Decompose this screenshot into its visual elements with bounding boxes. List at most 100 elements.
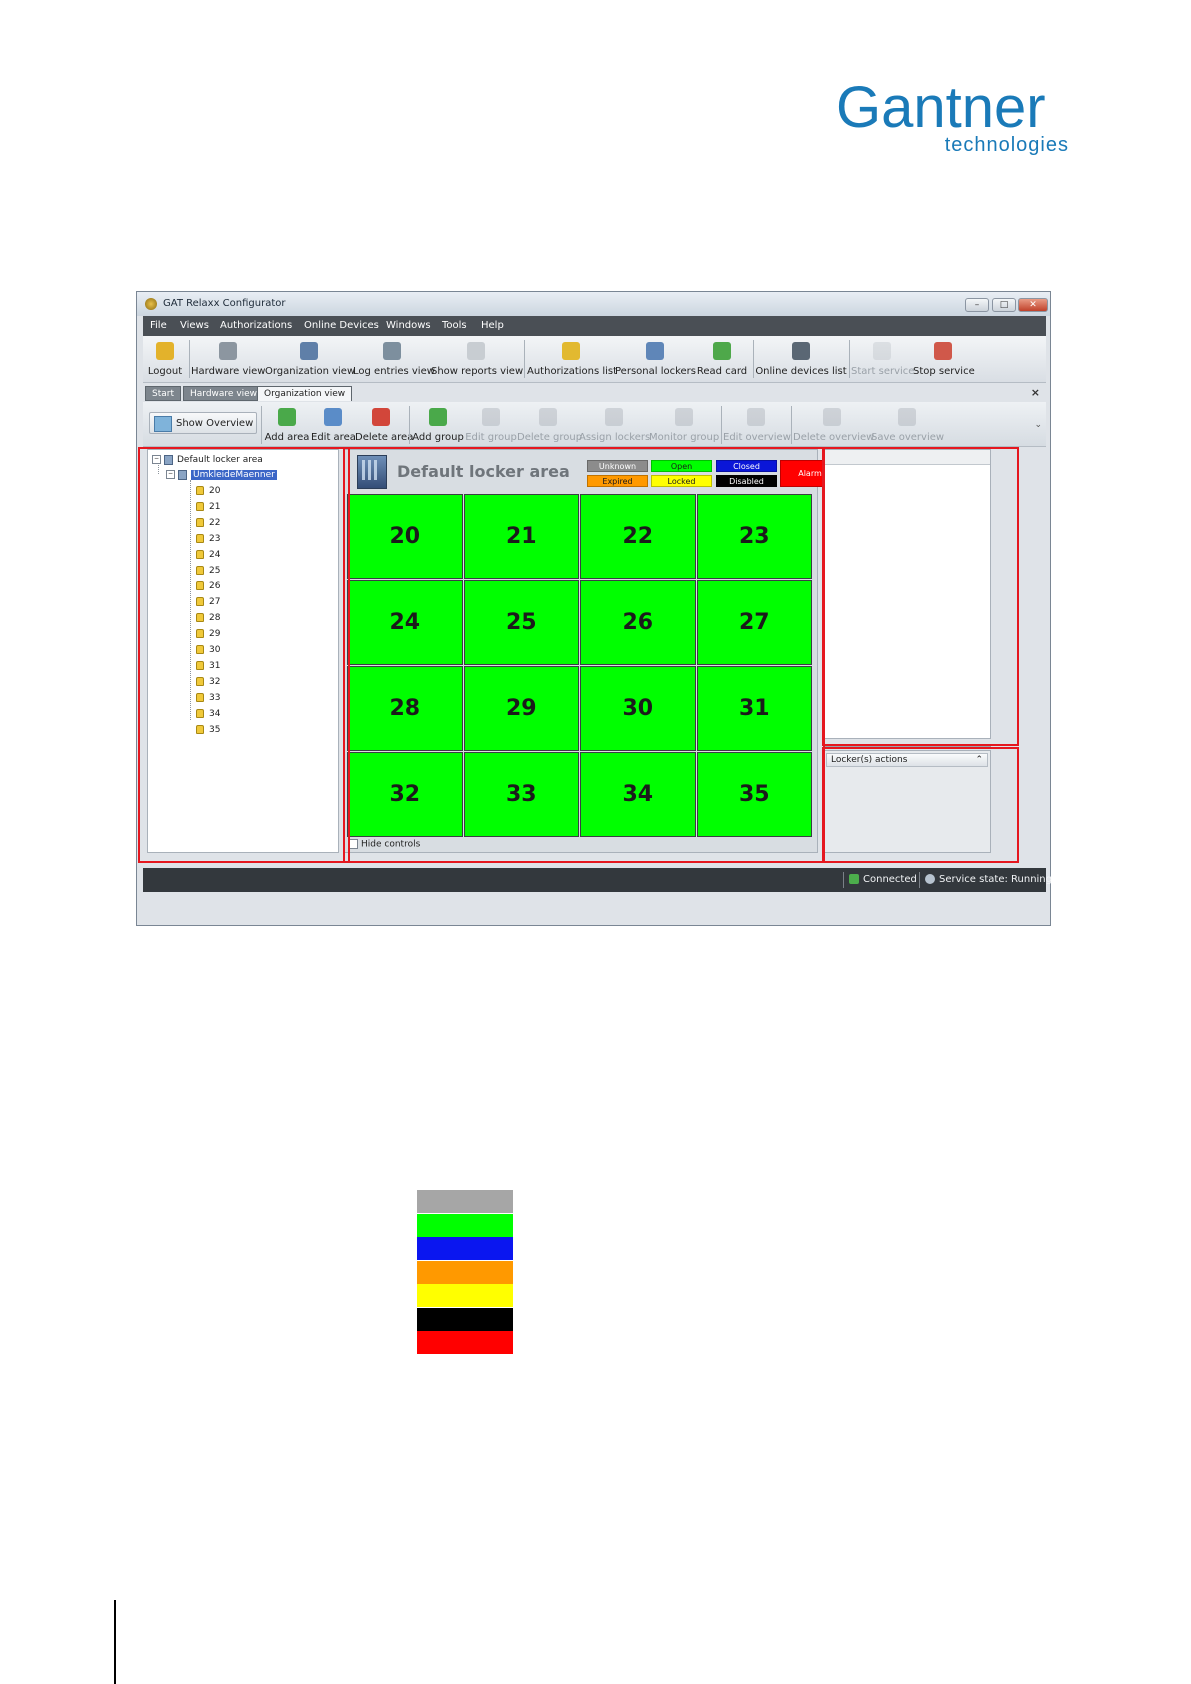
- add-group-label: Add group: [412, 432, 464, 443]
- menu-online-devices[interactable]: Online Devices: [304, 320, 379, 331]
- delete-group-button[interactable]: Delete group: [517, 402, 582, 448]
- toolbar-separator: [721, 406, 722, 444]
- show-reports-view-button[interactable]: Show reports view: [431, 336, 524, 382]
- color-swatch: [417, 1331, 513, 1354]
- save-overview-label: Save overview: [871, 432, 945, 443]
- organization-toolbar: Show Overview Add area Edit area Delete …: [143, 402, 1046, 447]
- edit-area-button[interactable]: Edit area: [311, 402, 356, 448]
- menu-bar: File Views Authorizations Online Devices…: [143, 316, 1046, 336]
- highlight-tree-area: [138, 447, 350, 863]
- toolbar-separator: [791, 406, 792, 444]
- personal-lockers-button[interactable]: Personal lockers: [615, 336, 696, 382]
- toolbar-separator: [849, 340, 850, 378]
- edit-area-label: Edit area: [311, 432, 356, 443]
- toolbar-separator: [261, 406, 262, 444]
- toolbar-separator: [189, 340, 190, 378]
- page-margin-line: [114, 1600, 116, 1684]
- authorizations-list-button[interactable]: Authorizations list: [527, 336, 617, 382]
- tab-start[interactable]: Start: [145, 386, 181, 401]
- color-swatch: [417, 1237, 513, 1260]
- minimize-button[interactable]: –: [965, 298, 989, 312]
- color-swatch: [417, 1307, 513, 1331]
- hardware-view-label: Hardware view: [191, 366, 266, 377]
- menu-file[interactable]: File: [150, 320, 167, 331]
- service-status-label: Service state: Running: [939, 874, 1052, 885]
- hardware-view-button[interactable]: Hardware view: [191, 336, 266, 382]
- log-entries-view-label: Log entries view: [353, 366, 435, 377]
- delete-group-icon: [539, 408, 557, 426]
- assign-lockers-icon: [605, 408, 623, 426]
- menu-windows[interactable]: Windows: [386, 320, 431, 331]
- monitor-group-label: Monitor group: [649, 432, 720, 443]
- close-tab-icon[interactable]: ×: [1031, 386, 1040, 399]
- maximize-button[interactable]: □: [992, 298, 1016, 312]
- edit-group-button[interactable]: Edit group: [465, 402, 517, 448]
- delete-overview-icon: [823, 408, 841, 426]
- online-devices-list-button[interactable]: Online devices list: [755, 336, 847, 382]
- tab-hardware-view[interactable]: Hardware view: [183, 386, 265, 401]
- menu-tools[interactable]: Tools: [442, 320, 467, 331]
- delete-area-icon: [372, 408, 390, 426]
- start-service-label: Start service: [851, 366, 915, 377]
- key-icon: [156, 342, 174, 360]
- logout-label: Logout: [147, 366, 183, 377]
- title-bar: GAT Relaxx Configurator – □ ✕: [137, 292, 1050, 316]
- monitor-group-button[interactable]: Monitor group: [649, 402, 719, 448]
- delete-area-button[interactable]: Delete area: [355, 402, 414, 448]
- read-card-label: Read card: [696, 366, 748, 377]
- delete-overview-button[interactable]: Delete overview: [793, 402, 875, 448]
- logo-wordmark: Gantner: [836, 75, 1046, 140]
- device-icon: [792, 342, 810, 360]
- add-area-button[interactable]: Add area: [263, 402, 311, 448]
- delete-overview-label: Delete overview: [793, 432, 875, 443]
- menu-authorizations[interactable]: Authorizations: [220, 320, 292, 331]
- color-swatch: [417, 1213, 513, 1237]
- status-separator: [919, 872, 920, 888]
- status-bar: Connected Service state: Running: [143, 868, 1052, 892]
- service-status: Service state: Running: [925, 874, 1052, 885]
- authorizations-icon: [562, 342, 580, 360]
- highlight-overview-area: [343, 447, 825, 863]
- start-service-button[interactable]: Start service: [851, 336, 915, 382]
- edit-group-label: Edit group: [465, 432, 517, 443]
- add-group-icon: [429, 408, 447, 426]
- menu-views[interactable]: Views: [180, 320, 209, 331]
- log-icon: [383, 342, 401, 360]
- connection-status: Connected: [849, 874, 917, 885]
- save-overview-button[interactable]: Save overview: [871, 402, 945, 448]
- connection-status-label: Connected: [863, 874, 917, 885]
- main-toolbar: Logout Hardware view Organization view L…: [143, 336, 1046, 383]
- highlight-actions-area: [822, 747, 1019, 863]
- organization-view-button[interactable]: Organization view: [265, 336, 356, 382]
- hardware-icon: [219, 342, 237, 360]
- color-swatch: [417, 1190, 513, 1213]
- show-overview-button[interactable]: Show Overview: [149, 412, 257, 434]
- close-button[interactable]: ✕: [1018, 298, 1048, 312]
- show-reports-view-label: Show reports view: [431, 366, 524, 377]
- tab-organization-view[interactable]: Organization view: [257, 386, 353, 401]
- personal-lockers-icon: [646, 342, 664, 360]
- edit-overview-button[interactable]: Edit overview: [723, 402, 791, 448]
- log-entries-view-button[interactable]: Log entries view: [353, 336, 435, 382]
- logout-button[interactable]: Logout: [143, 336, 187, 382]
- organization-view-label: Organization view: [265, 366, 356, 377]
- highlight-details-area: [822, 447, 1019, 746]
- add-group-button[interactable]: Add group: [411, 402, 465, 448]
- edit-group-icon: [482, 408, 500, 426]
- color-swatch: [417, 1260, 513, 1284]
- delete-area-label: Delete area: [355, 432, 414, 443]
- read-card-button[interactable]: Read card: [695, 336, 749, 382]
- start-service-icon: [873, 342, 891, 360]
- toolbar-separator: [524, 340, 525, 378]
- show-overview-label: Show Overview: [176, 418, 254, 429]
- stop-service-button[interactable]: Stop service: [913, 336, 975, 382]
- gantner-logo: Gantner technologies: [836, 78, 1076, 158]
- report-icon: [467, 342, 485, 360]
- toolbar-overflow-icon[interactable]: ⌄: [1034, 420, 1042, 430]
- assign-lockers-label: Assign lockers: [579, 432, 651, 443]
- menu-help[interactable]: Help: [481, 320, 504, 331]
- edit-area-icon: [324, 408, 342, 426]
- add-area-label: Add area: [264, 432, 310, 443]
- toolbar-separator: [409, 406, 410, 444]
- assign-lockers-button[interactable]: Assign lockers: [579, 402, 651, 448]
